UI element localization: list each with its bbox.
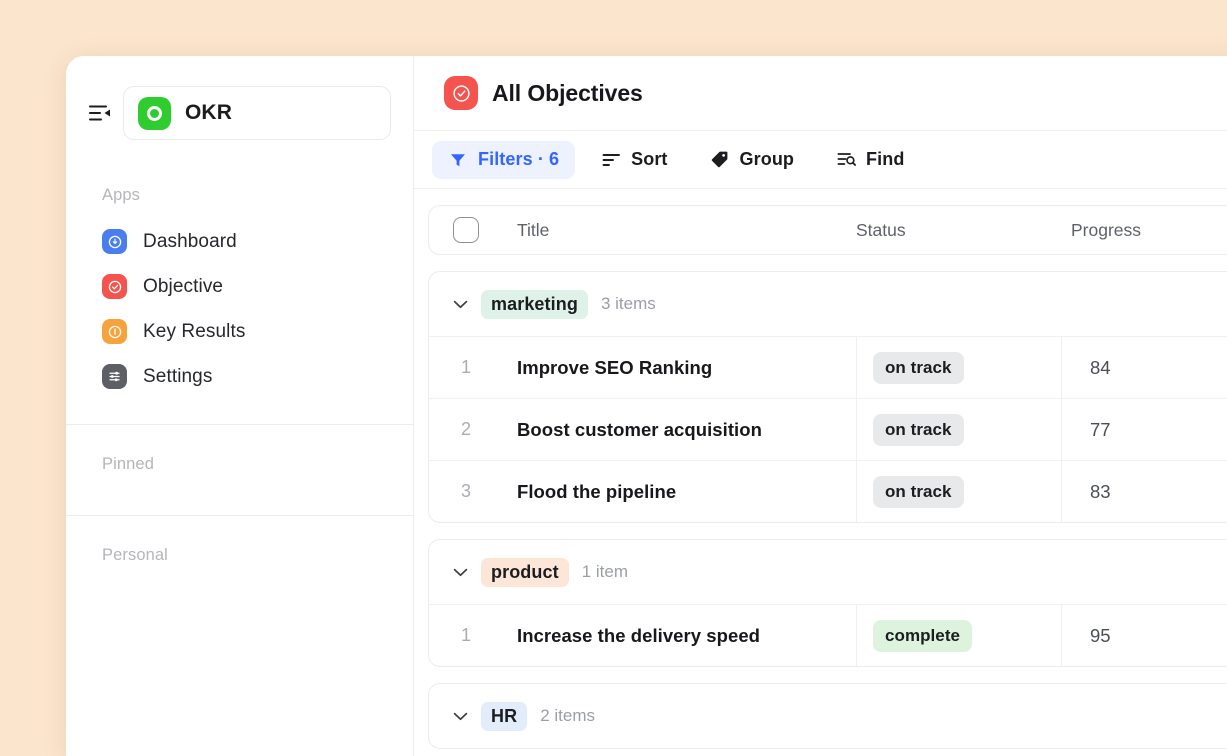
chevron-down-icon[interactable] [452, 564, 468, 580]
objective-icon [102, 274, 127, 299]
tag-icon [710, 150, 730, 170]
workspace-name: OKR [185, 101, 232, 124]
group-header[interactable]: product 1 item [429, 540, 1227, 604]
page-title: All Objectives [492, 79, 643, 106]
row-status-cell[interactable]: complete [856, 605, 1061, 666]
row-number: 1 [460, 357, 471, 377]
settings-sliders-icon [102, 364, 127, 389]
row-progress[interactable]: 83 [1061, 461, 1227, 522]
group-item-count: 3 items [600, 294, 656, 313]
group-card-marketing: marketing 3 items 1 Improve SEO Ranking … [428, 271, 1227, 523]
sort-label: Sort [631, 149, 668, 169]
table-row[interactable]: 3 Flood the pipeline on track 83 [429, 460, 1227, 522]
row-status-cell[interactable]: on track [856, 399, 1061, 460]
sidebar-item-objective[interactable]: Objective [66, 268, 413, 305]
group-badge: marketing [481, 289, 588, 319]
row-progress[interactable]: 95 [1061, 605, 1227, 666]
pinned-section-label: Pinned [102, 455, 154, 473]
okr-circle-logo-icon [138, 96, 171, 130]
group-card-hr: HR 2 items [428, 683, 1227, 749]
row-title[interactable]: Flood the pipeline [503, 461, 856, 522]
key-results-icon [102, 319, 127, 344]
sidebar-item-settings[interactable]: Settings [66, 358, 413, 395]
status-badge: complete [873, 619, 973, 652]
sort-lines-icon [601, 150, 621, 170]
column-header-progress[interactable]: Progress [1061, 220, 1227, 241]
sidebar: OKR Apps Dashboard Objective Key Results… [66, 56, 414, 756]
table-row[interactable]: 1 Improve SEO Ranking on track 84 [429, 336, 1227, 398]
column-header-title[interactable]: Title [503, 220, 856, 241]
group-card-product: product 1 item 1 Increase the delivery s… [428, 539, 1227, 667]
row-title[interactable]: Improve SEO Ranking [503, 337, 856, 398]
row-title[interactable]: Increase the delivery speed [503, 605, 856, 666]
pinned-section[interactable]: Pinned [66, 425, 413, 504]
chevron-down-icon[interactable] [452, 296, 468, 312]
page-header: All Objectives [414, 56, 1227, 131]
row-status-cell[interactable]: on track [856, 337, 1061, 398]
group-badge: product [481, 557, 569, 587]
table-row[interactable]: 2 Boost customer acquisition on track 77 [429, 398, 1227, 460]
workspace-switcher[interactable]: OKR [123, 86, 391, 140]
workspace-row: OKR [66, 56, 413, 140]
sidebar-item-dashboard[interactable]: Dashboard [66, 223, 413, 260]
table-header-row: Title Status Progress [429, 206, 1227, 254]
main-content: All Objectives Filters · 6 Sort Group Fi… [414, 56, 1227, 756]
column-header-status[interactable]: Status [856, 220, 1061, 241]
group-badge: HR [481, 701, 528, 731]
row-number: 2 [460, 419, 471, 439]
find-label: Find [866, 149, 905, 169]
row-number: 1 [460, 625, 471, 645]
group-button[interactable]: Group [694, 141, 811, 179]
row-number: 3 [460, 481, 471, 501]
find-search-icon [836, 150, 856, 170]
sidebar-collapse-icon[interactable] [89, 102, 111, 124]
row-progress[interactable]: 77 [1061, 399, 1227, 460]
group-label: Group [739, 149, 795, 169]
personal-section[interactable]: Personal [66, 516, 413, 595]
funnel-icon [448, 150, 468, 170]
apps-nav-list: Dashboard Objective Key Results Settings [66, 223, 413, 413]
sort-button[interactable]: Sort [585, 141, 683, 179]
sidebar-item-label: Key Results [143, 320, 246, 342]
filters-label: Filters · 6 [478, 149, 560, 169]
status-badge: on track [873, 475, 964, 508]
select-all-cell [429, 217, 503, 243]
status-badge: on track [873, 351, 964, 384]
app-window: OKR Apps Dashboard Objective Key Results… [66, 56, 1227, 756]
group-header[interactable]: marketing 3 items [429, 272, 1227, 336]
group-item-count: 1 item [581, 562, 628, 581]
sidebar-item-label: Settings [143, 365, 213, 387]
dashboard-icon [102, 229, 127, 254]
row-title[interactable]: Boost customer acquisition [503, 399, 856, 460]
objective-check-icon [444, 76, 478, 110]
row-status-cell[interactable]: on track [856, 461, 1061, 522]
objectives-table: Title Status Progress marketing 3 items [414, 189, 1227, 756]
personal-section-label: Personal [102, 546, 168, 564]
sidebar-item-key-results[interactable]: Key Results [66, 313, 413, 350]
chevron-down-icon[interactable] [452, 708, 468, 724]
apps-section-label: Apps [102, 186, 141, 204]
table-toolbar: Filters · 6 Sort Group Find [414, 131, 1227, 189]
select-all-checkbox[interactable] [453, 217, 479, 243]
sidebar-item-label: Objective [143, 275, 224, 297]
table-header-card: Title Status Progress [428, 205, 1227, 255]
status-badge: on track [873, 413, 964, 446]
sidebar-item-label: Dashboard [143, 230, 237, 252]
group-item-count: 2 items [540, 706, 595, 725]
row-progress[interactable]: 84 [1061, 337, 1227, 398]
find-button[interactable]: Find [820, 141, 920, 179]
table-row[interactable]: 1 Increase the delivery speed complete 9… [429, 604, 1227, 666]
group-header[interactable]: HR 2 items [429, 684, 1227, 748]
filters-button[interactable]: Filters · 6 [432, 140, 576, 179]
